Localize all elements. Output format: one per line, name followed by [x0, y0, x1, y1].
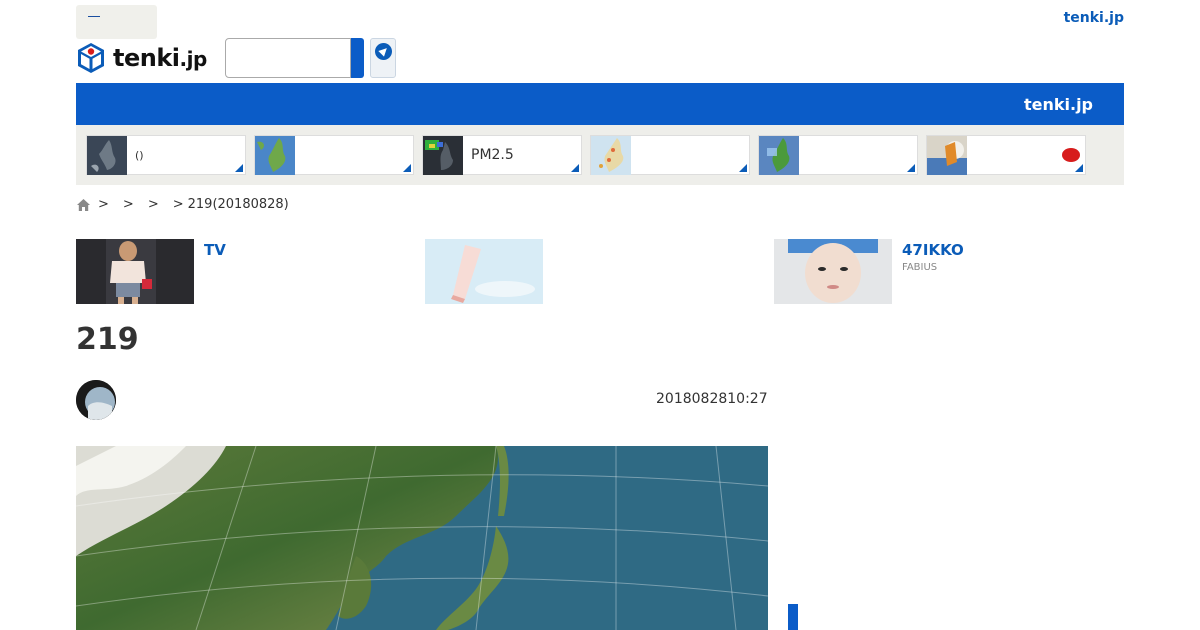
expand-corner-icon: [907, 164, 915, 172]
expand-corner-icon: [739, 164, 747, 172]
tile-satellite[interactable]: (): [86, 135, 246, 175]
breadcrumb-separator: >: [172, 197, 184, 212]
publish-date: 2018082810:27: [656, 391, 768, 407]
breadcrumb-separator: >: [98, 197, 109, 212]
status-badge: [1062, 148, 1080, 162]
search-button[interactable]: [351, 38, 364, 78]
avatar-image: [76, 380, 116, 420]
expand-corner-icon: [403, 164, 411, 172]
breadcrumb-separator: >: [122, 197, 134, 212]
radar-map-thumbnail: [759, 136, 799, 175]
promo-image: [774, 239, 892, 304]
map-tiles-band: () PM2.5: [76, 125, 1124, 185]
breadcrumb-current: 219(20180828): [187, 197, 289, 212]
tile-label: PM2.5: [471, 147, 514, 163]
pm25-map-thumbnail: [423, 136, 463, 175]
site-logo[interactable]: tenki.jp: [76, 42, 207, 74]
promo-item[interactable]: 47IKKO FABIUS: [774, 239, 1124, 304]
tile-mascot[interactable]: [926, 135, 1086, 175]
promo-image: [76, 239, 194, 304]
expand-corner-icon: [1075, 164, 1083, 172]
menu-icon: [88, 16, 100, 17]
login-button[interactable]: [76, 5, 157, 39]
article-title: 219: [76, 322, 139, 357]
tile-label: (): [135, 149, 144, 162]
expand-corner-icon: [235, 164, 243, 172]
satellite-thumbnail: [87, 136, 127, 175]
tile-weather-map[interactable]: [590, 135, 750, 175]
tile-japan-map[interactable]: [254, 135, 414, 175]
weather-map-graphic: [76, 446, 768, 630]
nav-brand[interactable]: tenki.jp: [1024, 95, 1093, 114]
promo-item[interactable]: TV: [76, 239, 406, 304]
global-nav: tenki.jp: [76, 83, 1124, 125]
japan-map-thumbnail: [255, 136, 295, 175]
location-arrow-icon: [375, 43, 392, 60]
promo-title: TV: [204, 241, 226, 259]
breadcrumb-separator: >: [147, 197, 159, 212]
logo-text: tenki.jp: [113, 44, 207, 72]
breadcrumb: > > > > 219(20180828): [76, 197, 289, 212]
brand-link[interactable]: tenki.jp: [1064, 10, 1124, 26]
home-icon[interactable]: [76, 198, 91, 212]
current-location-button[interactable]: [370, 38, 396, 78]
promo-title: 47IKKO: [902, 241, 964, 259]
avatar[interactable]: [76, 380, 116, 420]
mascot-thumbnail: [927, 136, 967, 175]
tile-pm25[interactable]: PM2.5: [422, 135, 582, 175]
weather-map-image: [76, 446, 768, 630]
promo-item[interactable]: [425, 239, 755, 304]
tile-radar[interactable]: [758, 135, 918, 175]
expand-corner-icon: [571, 164, 579, 172]
promo-subtitle: FABIUS: [902, 262, 938, 273]
promo-image: [425, 239, 543, 304]
search-input[interactable]: [225, 38, 351, 78]
weather-map-thumbnail: [591, 136, 631, 175]
tenki-cube-logo-icon: [78, 43, 104, 73]
sidebar-accent-bar: [788, 604, 798, 630]
